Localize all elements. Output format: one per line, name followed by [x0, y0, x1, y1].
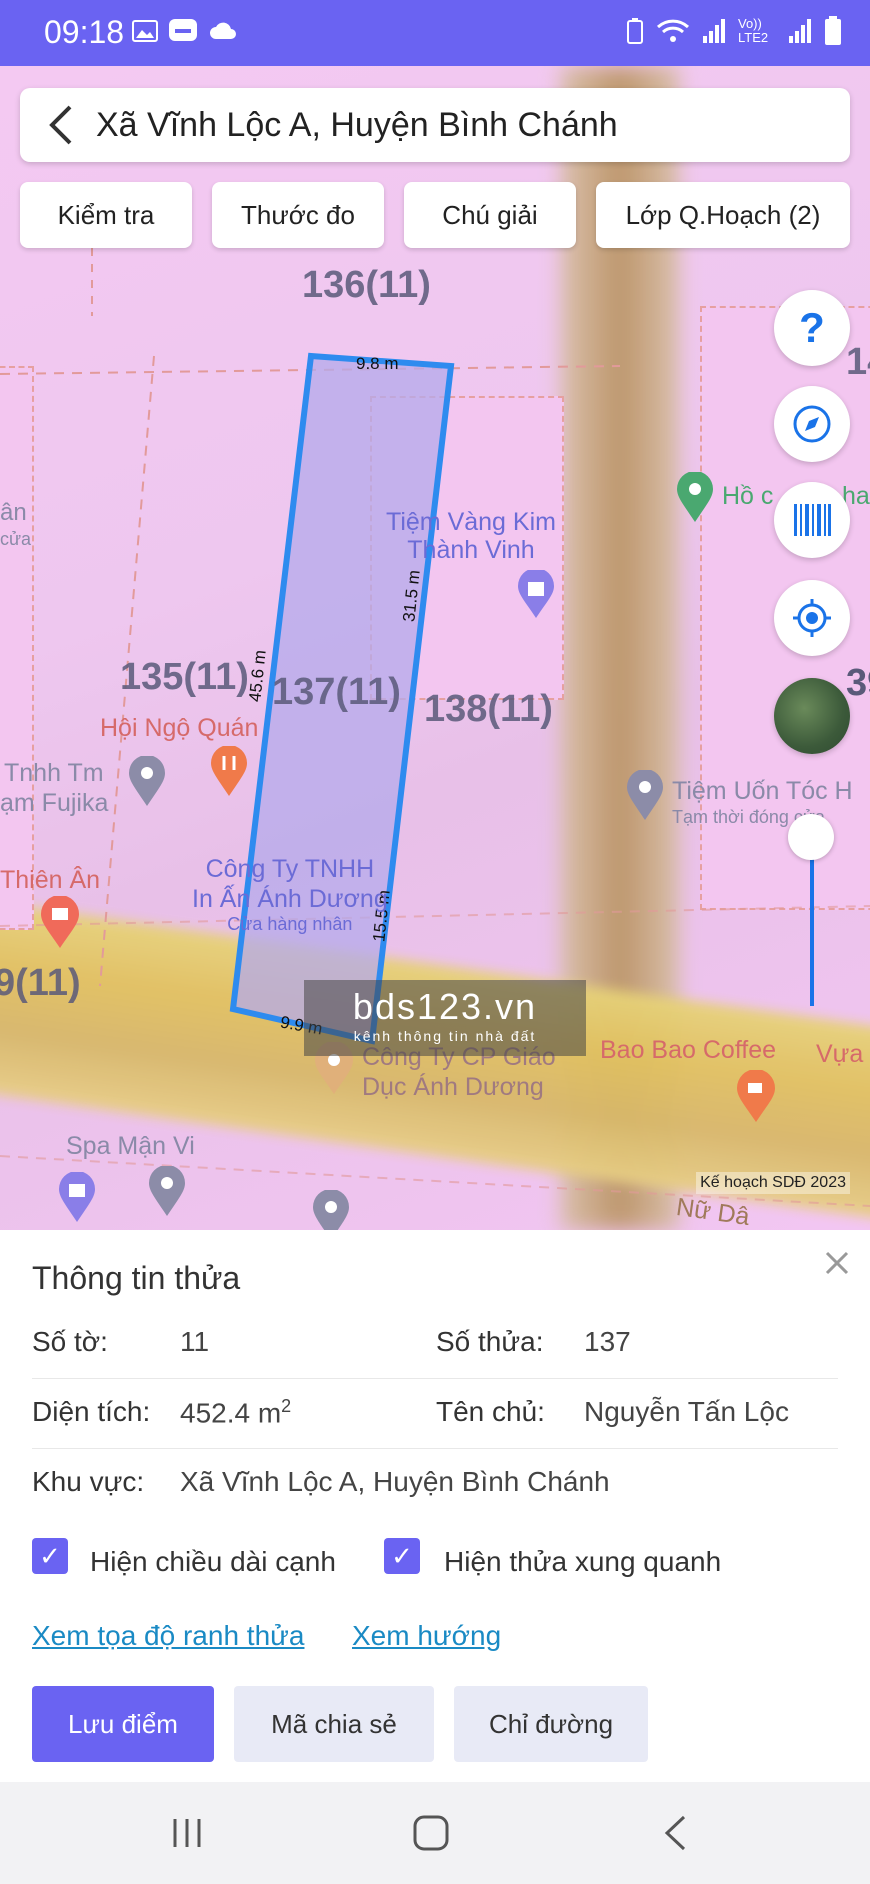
parcel-label-137: 137(11) [272, 671, 401, 713]
parcel-value: 137 [584, 1326, 631, 1357]
wifi-icon [656, 19, 690, 42]
area-value: 452.4 m2 [180, 1396, 292, 1429]
legend-button[interactable]: Chú giải [404, 182, 576, 248]
region-label: Khu vực: [32, 1466, 145, 1497]
signal-icon [703, 19, 725, 43]
owner-value: Nguyễn Tấn Lộc [584, 1396, 789, 1427]
home-icon[interactable] [412, 1814, 450, 1852]
area-label: Diện tích: [32, 1396, 151, 1427]
cloud-icon [210, 22, 236, 39]
poi-ho[interactable]: Hồ c [722, 482, 773, 511]
check-button[interactable]: Kiểm tra [20, 182, 192, 248]
close-icon[interactable] [824, 1250, 850, 1276]
park-pin-icon [677, 472, 713, 522]
shopping-pin-icon [59, 1172, 95, 1222]
my-location-button[interactable] [774, 580, 850, 656]
show-neighbors-label: Hiện thửa xung quanh [444, 1546, 722, 1577]
shop-pin-icon [41, 896, 79, 948]
restaurant-pin-icon [211, 746, 247, 796]
parcel-label-136: 136(11) [302, 264, 431, 306]
region-value: Xã Vĩnh Lộc A, Huyện Bình Chánh [180, 1466, 610, 1497]
compass-icon [793, 405, 831, 443]
poi-an: ân cửa [0, 499, 32, 550]
view-direction-link[interactable]: Xem hướng [352, 1620, 501, 1652]
layer-caption: Kế hoạch SDĐ 2023 [696, 1172, 850, 1194]
parcel-label-9: 9(11) [0, 962, 81, 1004]
help-icon: ? [799, 304, 825, 351]
info-row: Số tờ: 11 Số thửa: 137 [32, 1310, 838, 1379]
info-row: Diện tích: 452.4 m2 Tên chủ: Nguyễn Tấn … [32, 1380, 838, 1449]
crosshair-icon [793, 599, 831, 637]
show-edges-label: Hiện chiều dài cạnh [90, 1546, 336, 1577]
help-button[interactable]: ? [774, 290, 850, 366]
panel-title: Thông tin thửa [32, 1260, 241, 1296]
barcode-button[interactable] [774, 482, 850, 558]
save-point-button[interactable]: Lưu điểm [32, 1686, 214, 1762]
shopping-pin-icon [518, 570, 554, 618]
location-title: Xã Vĩnh Lộc A, Huyện Bình Chánh [96, 106, 618, 144]
coffee-pin-icon [737, 1070, 775, 1122]
battery-saver-icon [627, 18, 643, 44]
network-type: Vo)) LTE2 [738, 16, 769, 45]
parcel-label-14: 14 [846, 341, 870, 383]
directions-button[interactable]: Chỉ đường [454, 1686, 648, 1762]
sheet-value: 11 [180, 1326, 210, 1357]
edge-top: 9.8 m [356, 354, 399, 373]
compass-button[interactable] [774, 386, 850, 462]
recent-apps-icon[interactable] [170, 1816, 204, 1850]
location-pin-icon [313, 1190, 349, 1230]
location-pin-icon [149, 1166, 185, 1216]
poi-tnhh-tm[interactable]: Tnhh Tm ạm Fujika [0, 758, 108, 818]
watermark: bds123.vn kênh thông tin nhà đất [304, 980, 586, 1056]
parcel-label-135: 135(11) [120, 656, 249, 698]
ruler-button[interactable]: Thước đo [212, 182, 384, 248]
parcel-label-39: 39 [846, 662, 870, 704]
back-arrow-icon[interactable] [46, 103, 76, 147]
show-edges-checkbox[interactable]: ✓ [32, 1538, 68, 1574]
parcel-label-138: 138(11) [424, 688, 553, 730]
poi-bao-bao-coffee[interactable]: Bao Bao Coffee [600, 1036, 776, 1065]
system-nav-bar [0, 1782, 870, 1884]
planning-layers-button[interactable]: Lớp Q.Hoạch (2) [596, 182, 850, 248]
clock: 09:18 [44, 14, 125, 50]
signal-icon-2 [789, 19, 811, 43]
battery-icon [825, 16, 841, 45]
show-neighbors-checkbox[interactable]: ✓ [384, 1538, 420, 1574]
poi-cong-ty-tnhh[interactable]: Công Ty TNHH In Ấn Ánh Dương Cửa hàng nh… [192, 854, 388, 934]
poi-vua: Vựa [816, 1040, 864, 1068]
poi-jewelry[interactable]: Tiệm Vàng Kim Thành Vinh [386, 508, 556, 564]
parcel-label: Số thửa: [436, 1326, 544, 1357]
status-bar: 09:18 Vo)) LTE2 [0, 0, 870, 66]
satellite-toggle[interactable] [774, 678, 850, 754]
opacity-slider-track[interactable] [810, 838, 814, 1006]
opacity-slider-handle[interactable] [788, 814, 834, 860]
sheet-label: Số tờ: [32, 1326, 108, 1357]
info-row: Khu vực: Xã Vĩnh Lộc A, Huyện Bình Chánh [32, 1450, 838, 1518]
poi-hoi-ngo-quan[interactable]: Hội Ngộ Quán [100, 714, 258, 743]
gallery-icon [132, 20, 158, 42]
poi-spa[interactable]: Spa Mận Vi [66, 1132, 195, 1161]
poi-thien-an[interactable]: Thiên Ân [0, 866, 100, 895]
owner-label: Tên chủ: [436, 1396, 545, 1427]
view-coordinates-link[interactable]: Xem tọa độ ranh thửa [32, 1620, 304, 1652]
back-nav-icon[interactable] [662, 1814, 688, 1852]
zalo-icon [169, 19, 197, 41]
search-bar[interactable]: Xã Vĩnh Lộc A, Huyện Bình Chánh [20, 88, 850, 162]
location-pin-icon [129, 756, 165, 806]
share-code-button[interactable]: Mã chia sẻ [234, 1686, 434, 1762]
location-pin-icon [627, 770, 663, 820]
barcode-icon [794, 504, 831, 536]
